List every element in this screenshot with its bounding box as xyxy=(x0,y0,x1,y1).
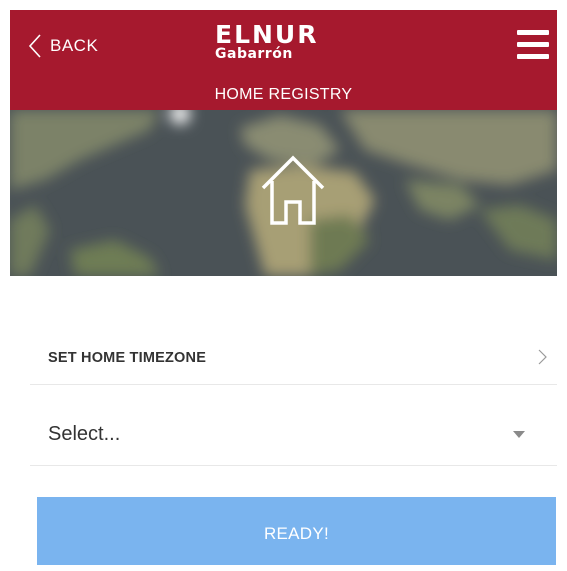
logo-text-top: ELNUR xyxy=(215,20,319,49)
timezone-select[interactable]: Select... xyxy=(30,405,557,466)
back-label: BACK xyxy=(50,36,99,55)
hamburger-menu-icon[interactable] xyxy=(515,28,551,62)
hero-banner xyxy=(10,110,557,276)
timezone-label: SET HOME TIMEZONE xyxy=(48,350,207,366)
home-icon xyxy=(261,155,325,225)
page-title: HOME REGISTRY xyxy=(214,86,353,103)
logo-text-bottom: Gabarrón xyxy=(215,46,293,62)
back-button[interactable]: BACK xyxy=(28,32,98,60)
set-home-timezone-row[interactable]: SET HOME TIMEZONE xyxy=(30,334,557,385)
caret-down-icon xyxy=(513,431,525,438)
chevron-right-icon xyxy=(538,349,547,365)
app-header: BACK ELNUR Gabarrón HOME REGISTRY xyxy=(10,10,557,110)
chevron-left-icon xyxy=(28,34,41,58)
select-value: Select... xyxy=(48,423,121,445)
ready-button[interactable]: READY! xyxy=(37,497,556,565)
brand-logo: ELNUR Gabarrón xyxy=(215,22,355,61)
